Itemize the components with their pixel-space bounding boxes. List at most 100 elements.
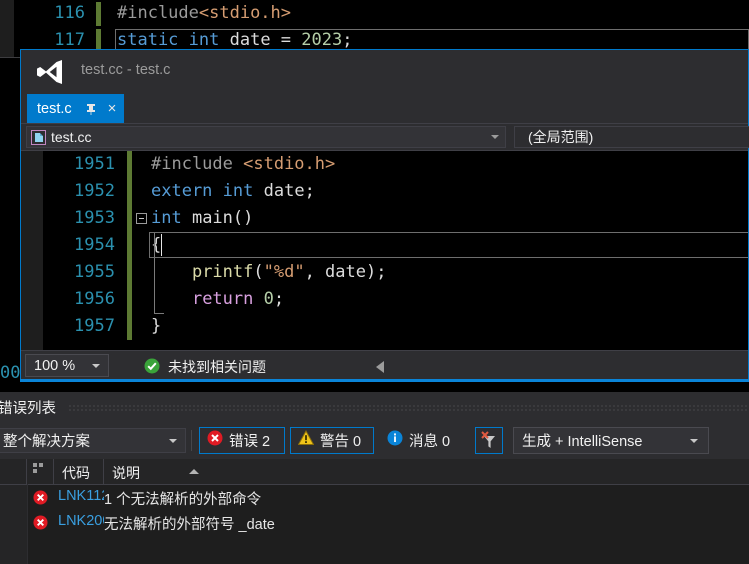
code-token: int	[151, 208, 182, 228]
error-icon	[33, 515, 48, 530]
left-triangle-icon[interactable]	[376, 361, 384, 373]
errors-toggle-button[interactable]: 错误 2	[199, 427, 285, 454]
scope-selector-dropdown[interactable]: (全局范围)	[514, 126, 749, 148]
line-number: 1952	[74, 181, 115, 201]
code-line[interactable]: 1956 return 0;	[21, 286, 748, 313]
line-number: 116	[54, 3, 85, 23]
error-description: 1 个无法解析的外部命令	[104, 492, 262, 508]
code-line[interactable]: 1952 extern int date;	[21, 178, 748, 205]
navigation-bar: test.cc (全局范围)	[21, 123, 749, 151]
tab-test-c[interactable]: test.c ×	[27, 94, 125, 123]
code-token: <stdio.h>	[243, 154, 336, 174]
code-text: int main()	[151, 205, 253, 232]
grid-header-icon-col[interactable]	[27, 459, 54, 484]
line-number: 1951	[74, 154, 115, 174]
code-token: date;	[253, 181, 315, 201]
grid-header-gutter	[0, 459, 27, 484]
pin-icon[interactable]	[84, 102, 98, 116]
close-icon[interactable]: ×	[108, 101, 117, 116]
chevron-down-icon[interactable]	[92, 364, 100, 368]
zoom-level-dropdown[interactable]: 100 %	[25, 354, 109, 377]
sort-ascending-icon	[189, 469, 199, 474]
code-text: return 0;	[151, 286, 284, 313]
editor-status-bar: 100 % 未找到相关问题	[20, 350, 749, 382]
error-rows: LNK11201 个无法解析的外部命令LNK2001无法解析的外部符号 _dat…	[0, 485, 749, 535]
build-filter-text: 生成 + IntelliSense	[522, 434, 643, 450]
grid-header-description[interactable]: 说明	[104, 459, 749, 484]
warnings-toggle-button[interactable]: 警告 0	[290, 427, 374, 454]
drag-handle-dots[interactable]	[68, 404, 749, 411]
error-description: 无法解析的外部符号 _date	[104, 517, 275, 533]
grid-header-description-label: 说明	[112, 465, 140, 481]
code-line[interactable]: 1951 #include <stdio.h>	[21, 151, 748, 178]
error-list-toolbar: 整个解决方案 错误 2 警告 0 消息 0 生成 + IntelliSense	[0, 422, 749, 459]
info-icon	[387, 430, 403, 451]
line-number: 1955	[74, 262, 115, 282]
file-selector-text: test.cc	[51, 129, 92, 145]
code-token: main()	[181, 208, 254, 228]
change-marker	[127, 205, 132, 232]
build-filter-dropdown[interactable]: 生成 + IntelliSense	[513, 427, 709, 454]
scope-filter-text: 整个解决方案	[3, 434, 90, 450]
messages-toggle-label: 消息 0	[409, 434, 451, 450]
table-row[interactable]: LNK2001无法解析的外部符号 _date	[0, 510, 749, 535]
scope-filter-dropdown[interactable]: 整个解决方案	[0, 428, 186, 453]
code-token: #include	[117, 3, 199, 23]
change-marker	[127, 313, 132, 340]
window-title-text: test.cc - test.c	[81, 62, 171, 78]
change-marker	[96, 2, 101, 26]
code-text: extern int date;	[151, 178, 315, 205]
chevron-down-icon[interactable]	[169, 439, 177, 443]
change-marker	[127, 232, 132, 259]
error-list-title: 错误列表	[0, 401, 56, 417]
code-text: #include<stdio.h>	[117, 0, 291, 27]
code-text: #include <stdio.h>	[151, 151, 335, 178]
current-line-highlight	[149, 232, 748, 258]
change-marker	[127, 286, 132, 313]
fold-toggle-icon[interactable]	[136, 213, 147, 224]
error-list-title-bar: 错误列表	[0, 392, 749, 422]
scope-selector-text: (全局范围)	[528, 129, 594, 145]
messages-toggle-button[interactable]: 消息 0	[379, 427, 465, 454]
code-token: printf	[191, 262, 254, 282]
code-token: , date);	[304, 262, 387, 282]
text-caret	[161, 234, 162, 256]
green-check-icon	[144, 358, 160, 374]
error-code: LNK1120	[58, 488, 104, 504]
code-editor[interactable]: 1951 #include <stdio.h> 1952 extern int dat…	[21, 151, 748, 350]
file-selector-dropdown[interactable]: test.cc	[26, 126, 506, 148]
chevron-down-icon[interactable]	[690, 439, 698, 443]
tab-strip: test.c ×	[21, 94, 748, 123]
clear-filter-button[interactable]	[475, 427, 503, 454]
code-token: 0	[263, 289, 274, 309]
grid-header-row: 代码 说明	[0, 459, 749, 485]
code-token: int	[222, 181, 254, 201]
line-number: 1956	[74, 289, 115, 309]
background-code-line: 116 #include<stdio.h>	[0, 0, 749, 27]
line-number: 1954	[74, 235, 115, 255]
zoom-level-text: 100 %	[34, 357, 76, 374]
code-line[interactable]: 1957}	[21, 313, 748, 340]
window-title-bar[interactable]: test.cc - test.c	[21, 50, 748, 94]
change-marker	[127, 151, 132, 178]
code-token: (	[253, 262, 264, 282]
code-token: "%d"	[263, 262, 305, 282]
horizontal-scrollbar[interactable]	[20, 379, 749, 382]
floating-vs-window: test.cc - test.c test.c × test.cc (全局范围)…	[20, 49, 749, 382]
visual-studio-logo-icon	[37, 60, 62, 84]
grid-header-code[interactable]: 代码	[54, 459, 104, 484]
code-line[interactable]: 1953 int main()	[21, 205, 748, 232]
chevron-down-icon[interactable]	[491, 135, 499, 139]
status-message: 未找到相关问题	[168, 359, 266, 375]
code-token: }	[151, 316, 162, 336]
code-token: extern	[151, 181, 213, 201]
code-text: }	[151, 313, 161, 340]
code-line[interactable]: 1955 printf("%d", date);	[21, 259, 748, 286]
line-number: 1957	[74, 316, 115, 336]
table-row[interactable]: LNK11201 个无法解析的外部命令	[0, 485, 749, 510]
c-file-icon	[31, 129, 46, 145]
errors-toggle-label: 错误 2	[229, 434, 271, 450]
tab-label: test.c	[37, 100, 72, 117]
code-token: #include	[151, 154, 244, 174]
